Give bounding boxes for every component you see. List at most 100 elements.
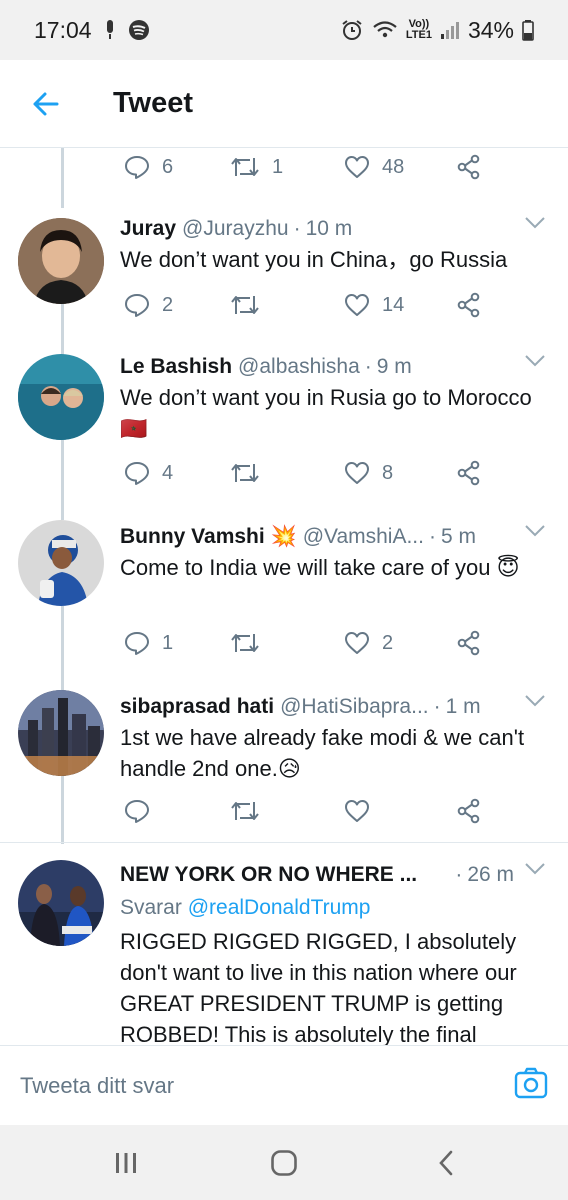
share-icon [457,460,480,486]
retweet-button[interactable] [230,456,260,490]
tweet-header: Juray @Jurayzhu · 10 m [120,217,353,241]
like-button[interactable]: 48 [344,150,404,184]
reply-icon [125,632,149,655]
share-button[interactable] [456,456,482,490]
battery-icon [522,19,534,41]
reply-icon [125,294,149,317]
tweet[interactable]: sibaprasad hati @HatiSibapra... · 1 m 1s… [0,688,568,838]
recent-apps-icon [116,1153,136,1173]
wifi-icon [372,19,398,41]
heart-icon [345,632,369,654]
share-button[interactable] [456,288,482,322]
camera-button[interactable] [514,1066,548,1100]
timestamp: 9 m [376,355,412,378]
like-button[interactable]: 14 [344,288,404,322]
timestamp: 1 m [445,695,481,718]
retweet-icon [231,158,259,176]
share-icon [457,630,480,656]
recent-apps-button[interactable] [106,1147,146,1179]
page-title: Tweet [113,87,194,119]
tweet-header: Le Bashish @albashisha · 9 m [120,355,412,379]
back-button[interactable] [0,60,90,148]
volte-indicator: Vo)) LTE1 [405,18,432,41]
alarm-icon [340,18,364,42]
reply-composer[interactable]: Tweeta ditt svar [0,1045,568,1125]
username[interactable]: @VamshiA... [303,525,424,549]
thread-line [61,148,64,208]
heart-icon [345,294,369,316]
tweet-header: sibaprasad hati @HatiSibapra... · 1 m [120,695,481,719]
chevron-down-icon[interactable] [524,354,546,368]
chevron-down-icon[interactable] [524,694,546,708]
chevron-down-icon[interactable] [524,216,546,230]
reply-context: Svarar @realDonaldTrump [120,896,371,919]
tweet-header: Bunny Vamshi 💥 @VamshiA... · 5 m [120,525,476,549]
display-name[interactable]: Le Bashish [120,355,232,379]
reply-button[interactable]: 1 [124,626,173,660]
tweet-actions: 1 2 [120,626,500,660]
retweet-icon [231,802,259,820]
tweet[interactable]: Bunny Vamshi 💥 @VamshiA... · 5 m Come to… [0,518,568,686]
share-button[interactable] [456,794,482,828]
avatar[interactable] [18,690,104,776]
reply-button[interactable]: 6 [124,150,173,184]
retweet-button[interactable] [230,626,260,660]
display-name[interactable]: Juray [120,217,176,241]
retweet-button[interactable] [230,288,260,322]
retweet-button[interactable] [230,794,260,828]
reply-button[interactable]: 4 [124,456,173,490]
like-button[interactable]: 2 [344,626,393,660]
avatar[interactable] [18,520,104,606]
heart-icon [345,156,369,178]
username[interactable]: @HatiSibapra... [280,695,429,719]
home-button[interactable] [264,1147,304,1179]
avatar[interactable] [18,860,104,946]
status-bar: 17:04 Vo)) LTE1 34% [0,0,568,60]
chevron-down-icon[interactable] [524,524,546,538]
system-nav-bar [0,1125,568,1200]
tweet-feed[interactable]: 6 1 48 Juray @Jurayzhu · 10 m We don’t w… [0,148,568,1045]
reply-button[interactable] [124,794,150,828]
like-button[interactable]: 8 [344,456,393,490]
avatar[interactable] [18,218,104,304]
timestamp: 26 m [467,863,514,886]
share-button[interactable] [456,150,482,184]
tweet-text: We don’t want you in China，go Russia [120,247,508,272]
heart-icon [345,462,369,484]
home-icon [271,1150,297,1176]
mention-link[interactable]: @realDonaldTrump [188,896,371,919]
tweet-text: We don’t want you in Rusia go to Morocco… [120,385,532,441]
tweet[interactable]: NEW YORK OR NO WHERE ... · 26 m Svarar @… [0,856,568,1045]
display-name[interactable]: NEW YORK OR NO WHERE ... [120,863,417,887]
battery-percent: 34% [467,16,514,43]
share-icon [457,292,480,318]
tweet-text: RIGGED RIGGED RIGGED, I absolutely don't… [120,929,517,1045]
display-name[interactable]: Bunny Vamshi 💥 [120,525,297,549]
tweet-text: 1st we have already fake modi & we can't… [120,725,525,781]
tweet-actions: 2 14 [120,288,500,322]
retweet-button[interactable]: 1 [230,150,283,184]
back-chevron-icon [439,1150,453,1176]
reply-input[interactable]: Tweeta ditt svar [20,1073,174,1099]
arrow-left-icon [33,92,59,115]
chevron-down-icon[interactable] [524,862,546,876]
share-icon [457,154,480,180]
spotify-icon [128,19,150,41]
tweet-header: NEW YORK OR NO WHERE ... · 26 m [120,863,514,887]
reply-icon [125,800,149,823]
tweet-actions: 6 1 48 [120,150,500,184]
share-button[interactable] [456,626,482,660]
heart-icon [345,800,369,822]
tweet-text: Come to India we will take care of you 😇 [120,555,520,580]
avatar[interactable] [18,354,104,440]
like-button[interactable] [344,794,370,828]
status-time: 17:04 [34,16,92,43]
reply-button[interactable]: 2 [124,288,173,322]
display-name[interactable]: sibaprasad hati [120,695,274,719]
username[interactable]: @Jurayzhu [182,217,289,241]
reply-icon [125,462,149,485]
tweet[interactable]: Le Bashish @albashisha · 9 m We don’t wa… [0,348,568,516]
signal-icon [440,20,460,40]
username[interactable]: @albashisha [238,355,360,379]
back-nav-button[interactable] [426,1147,466,1179]
